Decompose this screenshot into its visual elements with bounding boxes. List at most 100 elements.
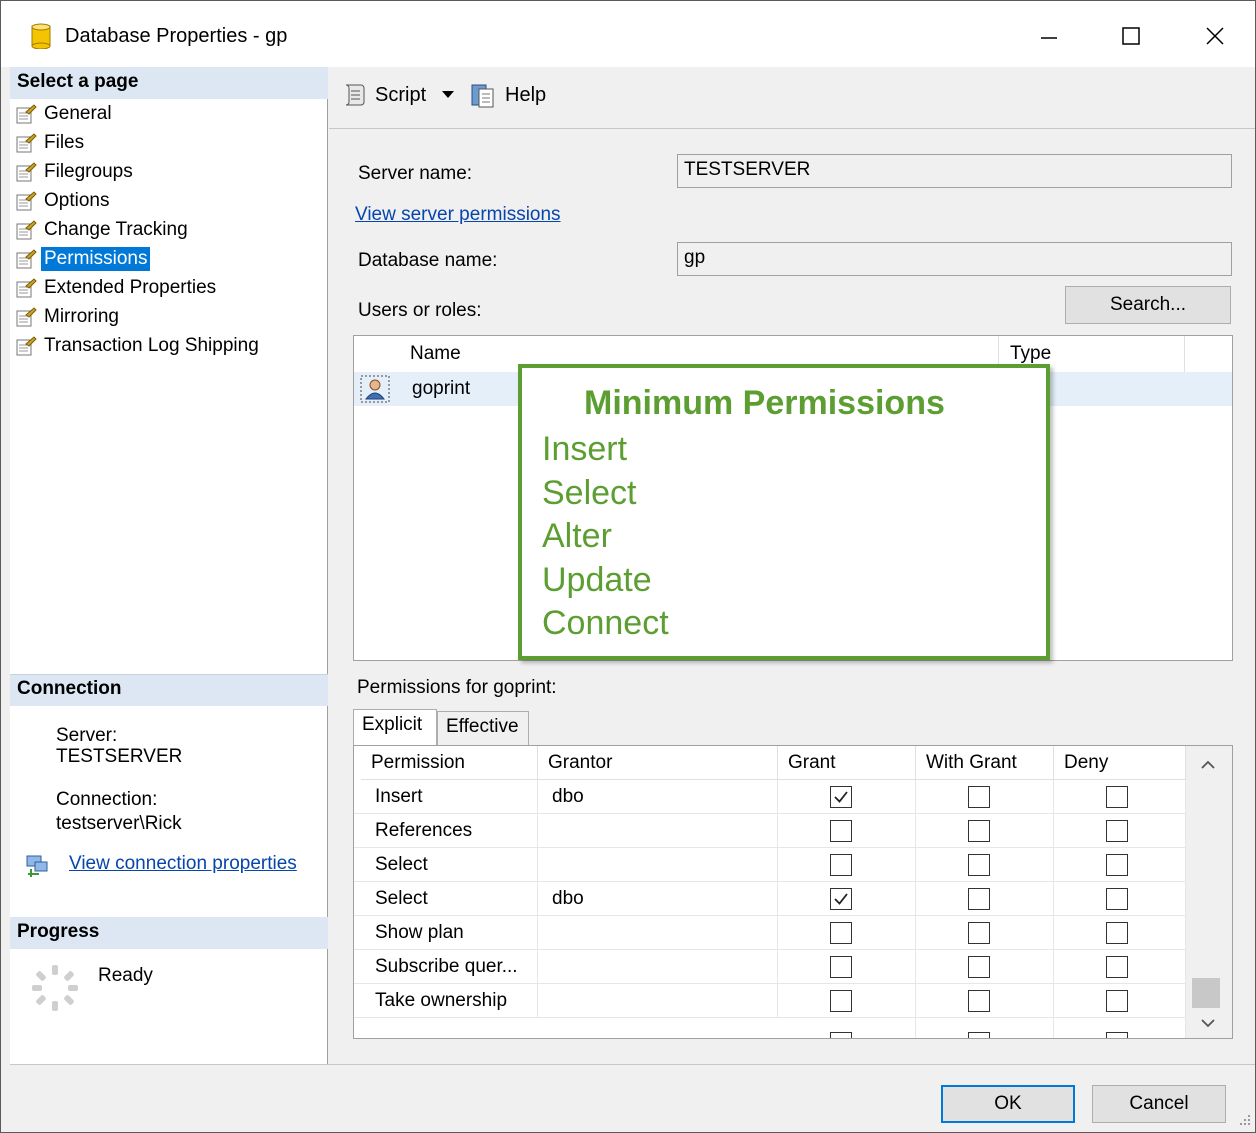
with-grant-checkbox[interactable] [968,956,990,978]
table-row[interactable]: Select [354,848,1186,882]
grant-cell [778,916,916,950]
grant-checkbox[interactable] [830,956,852,978]
page-wrench-icon [16,277,37,297]
page-item-label: Options [44,189,110,211]
help-icon [471,84,494,108]
grant-checkbox[interactable] [830,786,852,808]
window-title: Database Properties - gp [65,25,288,47]
progress-spinner-icon [32,965,78,1011]
script-button[interactable]: Script [341,81,426,109]
page-item-label: General [44,102,112,124]
table-row[interactable]: Select dbo [354,882,1186,916]
column-header-grantor[interactable]: Grantor [538,746,778,780]
page-item-extended-properties[interactable]: Extended Properties [15,273,219,302]
ok-button[interactable]: OK [941,1085,1075,1123]
divider [10,674,328,675]
page-item-files[interactable]: Files [15,128,87,157]
grant-checkbox[interactable] [830,1032,852,1038]
table-row[interactable]: Take ownership [354,984,1186,1018]
page-item-label: Extended Properties [44,276,217,298]
page-wrench-icon [16,132,37,152]
view-server-permissions-link[interactable]: View server permissions [355,204,561,226]
vertical-scrollbar[interactable] [1186,746,1232,1038]
deny-checkbox[interactable] [1106,888,1128,910]
view-connection-properties-link[interactable]: View connection properties [69,853,297,875]
minimize-button[interactable] [1019,11,1079,61]
scroll-down-arrow-icon[interactable] [1200,1018,1216,1028]
table-row[interactable] [354,1018,1186,1038]
with-grant-checkbox[interactable] [968,854,990,876]
database-name-label: Database name: [358,250,498,271]
deny-checkbox[interactable] [1106,990,1128,1012]
grantor-cell [538,814,778,848]
deny-checkbox[interactable] [1106,854,1128,876]
table-row[interactable]: Subscribe quer... [354,950,1186,984]
close-button[interactable] [1185,11,1245,61]
with-grant-checkbox[interactable] [968,786,990,808]
grant-checkbox[interactable] [830,922,852,944]
search-button[interactable]: Search... [1065,286,1231,324]
page-item-filegroups[interactable]: Filegroups [15,157,136,186]
deny-checkbox[interactable] [1106,922,1128,944]
page-item-transaction-log-shipping[interactable]: Transaction Log Shipping [15,331,262,360]
server-name-field[interactable]: TESTSERVER [677,154,1232,188]
permission-cell: Subscribe quer... [361,950,538,984]
tab-effective[interactable]: Effective [437,711,529,745]
with-grant-checkbox[interactable] [968,888,990,910]
deny-cell [1054,916,1186,950]
with-grant-cell [916,848,1054,882]
with-grant-checkbox[interactable] [968,922,990,944]
scroll-thumb[interactable] [1192,978,1220,1008]
page-item-permissions[interactable]: Permissions [15,244,151,273]
permission-cell: Take ownership [361,984,538,1018]
page-item-options[interactable]: Options [15,186,112,215]
grant-checkbox[interactable] [830,854,852,876]
grant-checkbox[interactable] [830,888,852,910]
page-item-mirroring[interactable]: Mirroring [15,302,122,331]
page-item-change-tracking[interactable]: Change Tracking [15,215,191,244]
toolbar: Script Help [329,67,1255,129]
tab-explicit[interactable]: Explicit [353,709,437,745]
callout-item: Alter [542,517,612,555]
with-grant-cell [916,780,1054,814]
with-grant-cell [916,882,1054,916]
maximize-button[interactable] [1101,11,1161,61]
table-row[interactable]: Show plan [354,916,1186,950]
with-grant-checkbox[interactable] [968,990,990,1012]
help-button[interactable]: Help [469,81,546,109]
with-grant-checkbox[interactable] [968,820,990,842]
grant-checkbox[interactable] [830,990,852,1012]
column-header-name[interactable]: Name [410,336,461,372]
resize-grip-icon[interactable] [1238,1113,1252,1127]
deny-checkbox[interactable] [1106,786,1128,808]
progress-status: Ready [98,965,153,986]
deny-checkbox[interactable] [1106,956,1128,978]
deny-checkbox[interactable] [1106,820,1128,842]
table-row[interactable]: References [354,814,1186,848]
database-name-field[interactable]: gp [677,242,1232,276]
script-dropdown-button[interactable] [441,89,455,99]
table-row[interactable]: Insert dbo [354,780,1186,814]
column-header-grant[interactable]: Grant [778,746,916,780]
column-divider [1184,336,1185,372]
page-item-general[interactable]: General [15,99,115,128]
page-wrench-icon [16,306,37,326]
permissions-grid[interactable]: Permission Grantor Grant With Grant Deny… [353,745,1233,1039]
column-header-deny[interactable]: Deny [1054,746,1186,780]
server-label: Server: [56,725,118,746]
column-header-permission[interactable]: Permission [361,746,538,780]
connection-properties-icon [26,855,48,877]
with-grant-checkbox[interactable] [968,1032,990,1038]
deny-checkbox[interactable] [1106,1032,1128,1038]
page-wrench-icon [16,103,37,123]
column-header-with-grant[interactable]: With Grant [916,746,1054,780]
permission-cell: Select [361,848,538,882]
dropdown-arrow-icon [442,91,454,98]
grant-checkbox[interactable] [830,820,852,842]
left-pane: Select a page General Files Filegroups O… [10,67,328,1064]
cancel-button[interactable]: Cancel [1092,1085,1226,1123]
script-icon [345,84,365,106]
page-item-label: Change Tracking [44,218,188,240]
database-icon [31,23,51,49]
scroll-up-arrow-icon[interactable] [1200,760,1216,770]
